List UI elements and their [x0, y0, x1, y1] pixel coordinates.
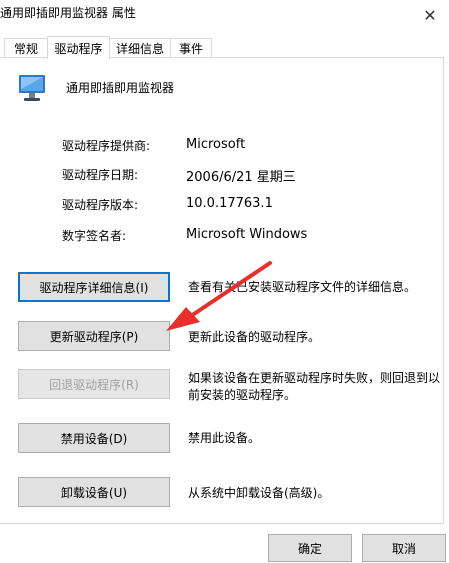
date-value: 2006/6/21 星期三 [186, 170, 296, 185]
tab-general[interactable]: 常规 [4, 38, 48, 58]
signer-value: Microsoft Windows [186, 227, 308, 242]
tab-driver[interactable]: 驱动程序 [47, 36, 110, 59]
roll-back-driver-desc: 如果该设备在更新驱动程序时失败，则回退到以前安装的驱动程序。 [188, 371, 441, 402]
window-title: 通用即插即用监视器 属性 [0, 6, 136, 20]
monitor-icon [18, 73, 46, 103]
date-label: 驱动程序日期: [62, 168, 139, 182]
provider-label: 驱动程序提供商: [62, 139, 151, 153]
disable-device-desc: 禁用此设备。 [188, 431, 261, 445]
provider-value: Microsoft [186, 137, 246, 152]
close-icon[interactable]: ✕ [411, 0, 449, 30]
disable-device-button[interactable]: 禁用设备(D) [18, 423, 170, 453]
update-driver-desc: 更新此设备的驱动程序。 [188, 330, 321, 344]
roll-back-driver-button: 回退驱动程序(R) [18, 369, 170, 399]
version-value: 10.0.17763.1 [186, 196, 273, 211]
tab-events[interactable]: 事件 [170, 38, 212, 58]
device-name: 通用即插即用监视器 [66, 81, 175, 95]
version-label: 驱动程序版本: [62, 198, 139, 212]
cancel-button[interactable]: 取消 [362, 534, 446, 562]
title-bar: 通用即插即用监视器 属性 ✕ [0, 0, 449, 30]
update-driver-button[interactable]: 更新驱动程序(P) [18, 321, 170, 351]
tab-details[interactable]: 详细信息 [109, 38, 171, 58]
ok-button[interactable]: 确定 [268, 534, 352, 562]
uninstall-device-desc: 从系统中卸载设备(高级)。 [188, 486, 330, 500]
driver-details-button[interactable]: 驱动程序详细信息(I) [18, 272, 170, 302]
driver-details-desc: 查看有关已安装驱动程序文件的详细信息。 [188, 280, 417, 294]
uninstall-device-button[interactable]: 卸载设备(U) [18, 477, 170, 507]
signer-label: 数字签名者: [62, 229, 127, 243]
